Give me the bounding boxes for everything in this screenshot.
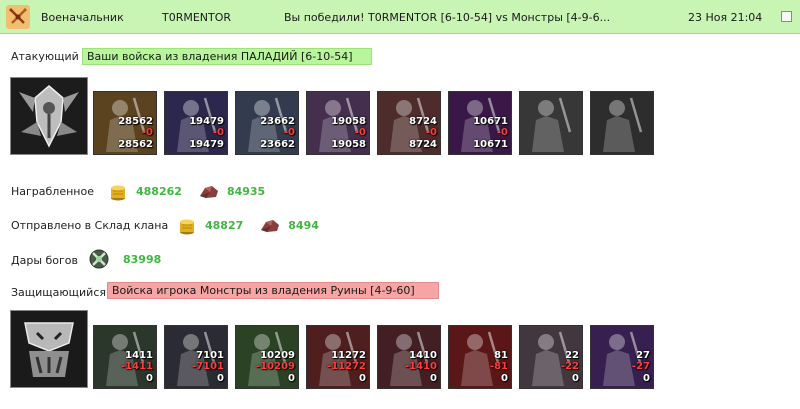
unit-left: 0 (430, 373, 437, 384)
unit-count: 7101 (196, 350, 224, 361)
unit-count: 19479 (189, 116, 224, 127)
attacker-units: 28562 -0 28562 19479 -0 19479 23662 -0 23662 1905… (93, 91, 654, 155)
ogre-unit[interactable]: 1411 -1411 0 (93, 325, 157, 389)
unit-left: 19058 (331, 139, 366, 150)
spider-unit[interactable]: 1410 -1410 0 (377, 325, 441, 389)
ore-icon (199, 186, 218, 198)
unit-loss: -1411 (121, 361, 153, 372)
attacker-label: Атакующий (11, 50, 79, 63)
sender-name[interactable]: T0RMENTOR (162, 11, 231, 24)
unit-loss: -0 (212, 127, 224, 138)
gifts-resources: 83998 (88, 248, 177, 270)
sender-role: Военачальник (41, 11, 124, 24)
defender-units: 1411 -1411 0 7101 -7101 0 10209 -10209 0 11272 -11… (93, 325, 654, 389)
dark-rider-unit[interactable] (590, 91, 654, 155)
unit-loss: -10209 (256, 361, 295, 372)
unit-count: 28562 (118, 116, 153, 127)
unit-left: 8724 (409, 139, 437, 150)
clan-label: Отправлено в Склад клана (11, 219, 169, 232)
beast-unit[interactable]: 27 -27 0 (590, 325, 654, 389)
unit-count: 1410 (409, 350, 437, 361)
clan-resources: 48827 8494 (176, 214, 335, 236)
unit-count: 27 (636, 350, 650, 361)
select-checkbox[interactable] (781, 11, 792, 22)
unit-count: 23662 (260, 116, 295, 127)
orc-unit[interactable]: 10209 -10209 0 (235, 325, 299, 389)
unit-count: 11272 (331, 350, 366, 361)
unit-loss: -22 (560, 361, 579, 372)
loot-label: Награбленное (11, 185, 94, 198)
unit-loss: -81 (489, 361, 508, 372)
unit-left: 23662 (260, 139, 295, 150)
unit-loss: -1410 (405, 361, 437, 372)
unit-loss: -0 (496, 127, 508, 138)
message-header: Военачальник T0RMENTOR Вы победили! T0RM… (0, 0, 800, 34)
unit-count: 10671 (473, 116, 508, 127)
clan-gold-value: 48827 (205, 218, 244, 232)
unit-count: 10209 (260, 350, 295, 361)
clan-ore-value: 8494 (288, 218, 319, 232)
unit-left: 0 (643, 373, 650, 384)
unit-count: 19058 (331, 116, 366, 127)
hooded-unit[interactable] (519, 91, 583, 155)
attacker-banner: Ваши войска из владения ПАЛАДИЙ [6-10-54… (82, 48, 372, 65)
unit-loss: -0 (283, 127, 295, 138)
defender-banner: Войска игрока Монстры из владения Руины … (107, 282, 439, 299)
dragon-unit[interactable]: 81 -81 0 (448, 325, 512, 389)
unit-loss: -0 (425, 127, 437, 138)
gold-coins-icon (180, 219, 194, 235)
demon-unit[interactable]: 11272 -11272 0 (306, 325, 370, 389)
ore-icon (261, 220, 280, 232)
hooded-unit-portrait-icon (520, 92, 582, 154)
gold-coins-icon (111, 185, 125, 201)
gift-orb-icon (89, 249, 109, 269)
loot-ore-value: 84935 (226, 184, 266, 198)
unit-left: 0 (501, 373, 508, 384)
message-date: 23 Ноя 21:04 (688, 11, 763, 24)
loot-gold-value: 488262 (136, 184, 182, 198)
dwarf-unit[interactable]: 28562 -0 28562 (93, 91, 157, 155)
unit-loss: -27 (631, 361, 650, 372)
crossed-swords-icon (6, 5, 30, 29)
ruins-crest-icon (11, 311, 87, 387)
knight-unit[interactable]: 23662 -0 23662 (235, 91, 299, 155)
unit-left: 0 (146, 373, 153, 384)
gifts-label: Дары богов (11, 254, 79, 267)
unit-count: 8724 (409, 116, 437, 127)
golem-unit[interactable]: 22 -22 0 (519, 325, 583, 389)
loot-resources: 488262 84935 (107, 180, 281, 202)
unit-left: 28562 (118, 139, 153, 150)
defender-emblem (10, 310, 88, 388)
message-subject[interactable]: Вы победили! T0RMENTOR [6-10-54] vs Монс… (284, 11, 610, 24)
unit-count: 1411 (125, 350, 153, 361)
sorceress-unit[interactable]: 10671 -0 10671 (448, 91, 512, 155)
dark-rider-unit-portrait-icon (591, 92, 653, 154)
unit-left: 0 (288, 373, 295, 384)
unit-left: 0 (572, 373, 579, 384)
archer-unit[interactable]: 8724 -0 8724 (377, 91, 441, 155)
unit-left: 0 (217, 373, 224, 384)
unit-left: 0 (359, 373, 366, 384)
attacker-emblem (10, 77, 88, 155)
paladin-crest-icon (11, 78, 87, 154)
unit-left: 10671 (473, 139, 508, 150)
troll-unit[interactable]: 7101 -7101 0 (164, 325, 228, 389)
unit-left: 19479 (189, 139, 224, 150)
gifts-value: 83998 (123, 252, 162, 266)
unit-loss: -11272 (327, 361, 366, 372)
unit-loss: -0 (354, 127, 366, 138)
griffin-unit[interactable]: 19058 -0 19058 (306, 91, 370, 155)
unit-loss: -0 (141, 127, 153, 138)
defender-label: Защищающийся (11, 286, 106, 299)
unit-count: 22 (565, 350, 579, 361)
swordsman-unit[interactable]: 19479 -0 19479 (164, 91, 228, 155)
unit-count: 81 (494, 350, 508, 361)
unit-loss: -7101 (192, 361, 224, 372)
